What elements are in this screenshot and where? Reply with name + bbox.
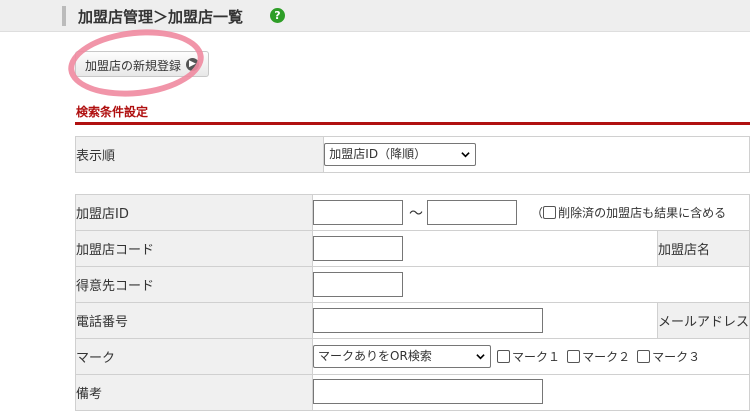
mark-label: マーク xyxy=(74,338,314,375)
arrow-right-icon: ▶ xyxy=(186,58,199,71)
store-code-input[interactable] xyxy=(313,236,404,261)
store-id-row: 加盟店ID ～ （ 削除済の加盟店も結果に含める xyxy=(74,194,750,231)
sort-label: 表示順 xyxy=(74,136,325,173)
mark2-checkbox[interactable] xyxy=(567,350,581,363)
section-divider xyxy=(75,122,750,125)
range-tilde: ～ xyxy=(409,205,424,222)
mark2-label: マーク２ xyxy=(582,350,631,364)
include-deleted-label: 削除済の加盟店も結果に含める xyxy=(558,206,727,220)
store-id-to-input[interactable] xyxy=(427,200,518,225)
store-code-label: 加盟店コード xyxy=(74,230,314,267)
sort-row: 表示順 加盟店ID（降順） xyxy=(74,136,750,173)
chevron-down-icon xyxy=(476,354,485,360)
include-deleted-open: （ xyxy=(531,206,544,220)
mark-row: マーク マークありをOR検索 マーク１ マーク２ マーク３ xyxy=(74,338,750,375)
include-deleted-checkbox[interactable] xyxy=(543,206,557,219)
sort-select[interactable]: 加盟店ID（降順） xyxy=(324,143,477,166)
customer-code-label: 得意先コード xyxy=(74,266,314,303)
search-table: 加盟店ID ～ （ 削除済の加盟店も結果に含める 加盟店コード 加盟店名 得意先コー… xyxy=(74,194,750,411)
help-icon[interactable]: ? xyxy=(270,8,285,23)
page-header: 加盟店管理＞加盟店一覧 ? xyxy=(0,0,750,32)
chevron-down-icon xyxy=(461,152,470,158)
phone-row: 電話番号 メールアドレス xyxy=(74,302,750,339)
email-label: メールアドレス xyxy=(656,302,750,339)
store-id-label: 加盟店ID xyxy=(74,194,314,231)
sort-table: 表示順 加盟店ID（降順） xyxy=(74,136,750,173)
mark1-label: マーク１ xyxy=(512,350,561,364)
page-title: 加盟店管理＞加盟店一覧 xyxy=(78,8,244,26)
remarks-label: 備考 xyxy=(74,374,314,411)
mark-select-value: マークありをOR検索 xyxy=(318,349,432,363)
remarks-input[interactable] xyxy=(313,379,544,404)
store-code-row: 加盟店コード 加盟店名 xyxy=(74,230,750,267)
phone-input[interactable] xyxy=(313,308,544,333)
sort-select-value: 加盟店ID（降順） xyxy=(329,147,427,161)
mark1-checkbox[interactable] xyxy=(497,350,511,363)
mark3-checkbox[interactable] xyxy=(637,350,651,363)
header-accent-bar xyxy=(62,6,66,26)
mark3-label: マーク３ xyxy=(652,350,701,364)
new-store-button-label: 加盟店の新規登録 xyxy=(85,59,182,73)
customer-code-input[interactable] xyxy=(313,272,404,297)
customer-code-row: 得意先コード xyxy=(74,266,750,303)
section-title: 検索条件設定 xyxy=(76,105,149,119)
mark-select[interactable]: マークありをOR検索 xyxy=(313,345,492,368)
phone-label: 電話番号 xyxy=(74,302,314,339)
new-store-button[interactable]: 加盟店の新規登録 ▶ xyxy=(75,51,209,77)
store-id-from-input[interactable] xyxy=(313,200,404,225)
store-name-label: 加盟店名 xyxy=(656,230,750,267)
remarks-row: 備考 xyxy=(74,374,750,411)
